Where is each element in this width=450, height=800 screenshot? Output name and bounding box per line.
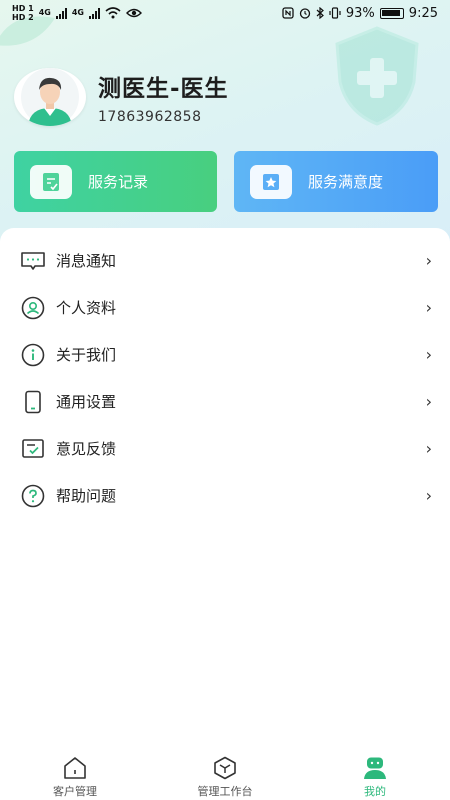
network1-label: 4G — [38, 8, 51, 17]
tab-customer-management[interactable]: 客户管理 — [0, 748, 150, 800]
message-icon — [20, 248, 46, 274]
menu-item-about[interactable]: 关于我们 › — [0, 331, 450, 378]
chevron-right-icon: › — [425, 251, 432, 270]
help-icon — [20, 483, 46, 509]
alarm-icon — [299, 8, 311, 19]
menu-label-message: 消息通知 — [56, 252, 117, 270]
clock: 9:25 — [408, 5, 438, 21]
tab-mine[interactable]: 我的 — [300, 748, 450, 800]
service-record-card[interactable]: 服务记录 — [14, 151, 217, 212]
info-icon — [20, 342, 46, 368]
eye-icon — [125, 8, 142, 18]
workbench-icon — [214, 756, 236, 780]
menu-label-about: 关于我们 — [56, 346, 117, 364]
chevron-right-icon: › — [425, 345, 432, 364]
service-record-label: 服务记录 — [88, 173, 149, 191]
tab-label-workbench: 管理工作台 — [197, 785, 253, 798]
signal1-icon — [55, 7, 67, 19]
menu-item-message[interactable]: 消息通知 › — [0, 237, 450, 284]
record-icon — [30, 164, 72, 199]
menu-label-settings: 通用设置 — [56, 393, 117, 411]
battery-percent: 93% — [345, 5, 375, 21]
header-background — [0, 0, 450, 260]
service-satisfaction-card[interactable]: 服务满意度 — [234, 151, 438, 212]
phone-settings-icon — [20, 389, 46, 415]
battery-icon — [379, 7, 404, 19]
bottom-tab-bar: 客户管理 管理工作台 我的 — [0, 748, 450, 800]
menu-panel: 消息通知 › 个人资料 › 关于我们 › 通用设置 › 意见反馈 › 帮助问题 … — [0, 228, 450, 748]
shield-decoration-icon — [335, 26, 419, 126]
chevron-right-icon: › — [425, 392, 432, 411]
home-icon — [64, 757, 86, 779]
menu-label-help: 帮助问题 — [56, 487, 117, 505]
sim2-label: HD 2 — [12, 12, 34, 22]
menu-item-settings[interactable]: 通用设置 › — [0, 378, 450, 425]
mine-icon — [364, 757, 386, 779]
chevron-right-icon: › — [425, 298, 432, 317]
profile-header[interactable]: 测医生-医生 17863962858 — [14, 68, 229, 126]
menu-label-feedback: 意见反馈 — [56, 440, 117, 458]
tab-label-mine: 我的 — [364, 785, 386, 798]
menu-item-feedback[interactable]: 意见反馈 › — [0, 425, 450, 472]
doctor-avatar-icon — [21, 68, 79, 126]
chevron-right-icon: › — [425, 486, 432, 505]
wifi-icon — [105, 7, 121, 19]
doctor-phone: 17863962858 — [98, 109, 202, 125]
satisfaction-icon — [250, 164, 292, 199]
vibrate-icon — [329, 7, 341, 19]
sim1-label: HD 1 — [12, 3, 34, 13]
service-satisfaction-label: 服务满意度 — [308, 173, 384, 191]
signal2-icon — [88, 7, 100, 19]
network2-label: 4G — [71, 8, 84, 17]
feedback-icon — [20, 436, 46, 462]
nfc-icon — [282, 7, 294, 19]
menu-label-profile: 个人资料 — [56, 299, 117, 317]
menu-item-profile[interactable]: 个人资料 › — [0, 284, 450, 331]
chevron-right-icon: › — [425, 439, 432, 458]
profile-icon — [20, 295, 46, 321]
bluetooth-icon — [316, 7, 324, 19]
doctor-name: 测医生-医生 — [98, 76, 229, 102]
tab-workbench[interactable]: 管理工作台 — [150, 748, 300, 800]
menu-item-help[interactable]: 帮助问题 › — [0, 472, 450, 519]
avatar[interactable] — [14, 68, 86, 126]
tab-label-customer-management: 客户管理 — [53, 785, 97, 798]
status-bar: HD 1 HD 2 4G 4G 93% 9:25 — [0, 0, 450, 26]
